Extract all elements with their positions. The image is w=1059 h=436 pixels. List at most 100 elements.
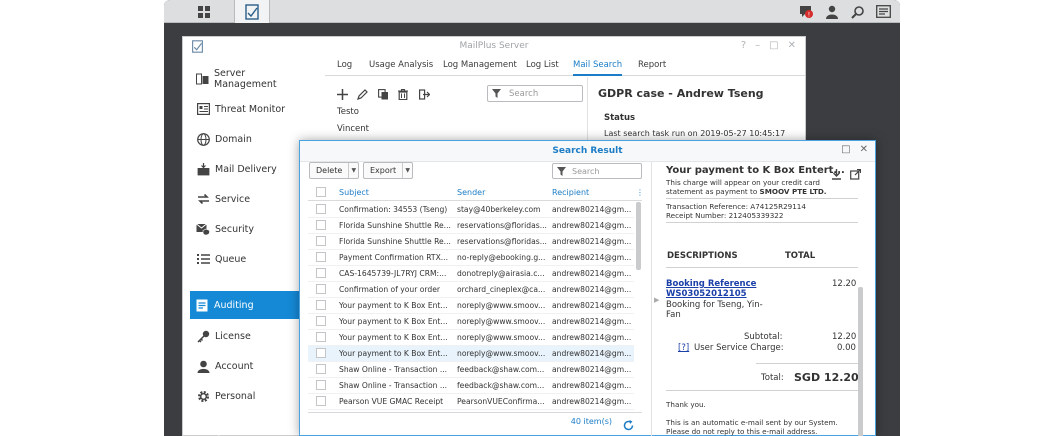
table-row[interactable]: Shaw Online - Transaction ... feedback@sh…	[308, 378, 634, 394]
row-checkbox[interactable]	[316, 284, 326, 294]
row-checkbox[interactable]	[316, 396, 326, 406]
row-checkbox[interactable]	[316, 332, 326, 342]
cell-sender: stay@40berkeley.com	[457, 205, 541, 214]
close-button[interactable]: ✕	[788, 40, 796, 51]
sidebar-item-personal[interactable]: Personal	[191, 382, 301, 410]
chevron-down-icon[interactable]: ▼	[402, 163, 412, 178]
mail-receipt-number: Receipt Number: 212405339322	[666, 211, 784, 220]
preview-scrollbar[interactable]	[858, 287, 863, 436]
sidebar-item-license[interactable]: License	[191, 322, 301, 350]
table-row[interactable]: CAS-1645739-JL7RYJ CRM:... donotreply@air…	[308, 266, 634, 282]
tab-log-management[interactable]: Log Management	[443, 60, 517, 70]
list-item[interactable]: Testo	[337, 107, 359, 117]
sidebar-item-mail-delivery[interactable]: Mail Delivery	[191, 155, 301, 183]
total-value: SGD 12.20	[794, 371, 859, 384]
export-button[interactable]: Export ▼	[363, 162, 414, 179]
minimize-button[interactable]: –	[755, 40, 760, 51]
sidebar-item-threat-monitor[interactable]: Threat Monitor	[191, 95, 301, 123]
result-search-placeholder: Search	[572, 166, 600, 176]
row-checkbox[interactable]	[316, 316, 326, 326]
user-menu-icon[interactable]	[823, 3, 840, 20]
add-icon[interactable]	[335, 87, 349, 101]
list-item[interactable]: Vincent	[337, 124, 369, 134]
sidebar-item-domain[interactable]: Domain	[191, 125, 301, 153]
row-checkbox[interactable]	[316, 348, 326, 358]
copy-icon[interactable]	[376, 87, 390, 101]
row-checkbox[interactable]	[316, 380, 326, 390]
sidebar-item-auditing[interactable]: Auditing	[190, 291, 300, 319]
mail-transaction-ref: Transaction Reference: A74125R29114	[666, 202, 806, 211]
cell-sender: feedback@shaw.com...	[457, 381, 545, 390]
result-search-input[interactable]: Search	[552, 163, 642, 179]
row-checkbox[interactable]	[316, 236, 326, 246]
table-row[interactable]: Florida Sunshine Shuttle Re... reservatio…	[308, 218, 634, 234]
help-button[interactable]: ?	[741, 40, 746, 51]
sidebar-item-account[interactable]: Account	[191, 352, 301, 380]
sidebar-item-queue[interactable]: Queue	[191, 245, 301, 273]
notification-icon[interactable]: !	[797, 3, 814, 20]
column-subject[interactable]: Subject	[339, 188, 369, 197]
cell-subject: Confirmation of your order	[339, 285, 441, 294]
edit-icon[interactable]	[355, 87, 369, 101]
run-icon[interactable]	[417, 87, 431, 101]
table-row[interactable]: Your payment to K Box Ent... noreply@www.…	[308, 298, 634, 314]
row-checkbox[interactable]	[316, 268, 326, 278]
column-sender[interactable]: Sender	[457, 188, 485, 197]
mail-preview: This charge will appear on your credit c…	[666, 178, 866, 436]
widgets-icon[interactable]	[875, 3, 892, 20]
item-total: 12.20	[832, 279, 857, 289]
sidebar-item-service[interactable]: Service	[191, 185, 301, 213]
chevron-down-icon[interactable]: ▼	[348, 163, 358, 178]
dialog-titlebar[interactable]: Search Result □ ✕	[300, 141, 875, 162]
tab-log[interactable]: Log	[337, 60, 352, 70]
cell-recipient: andrew80214@gm...	[552, 365, 632, 374]
tab-mail-search[interactable]: Mail Search	[573, 60, 623, 76]
table-row[interactable]: Florida Sunshine Shuttle Re... reservatio…	[308, 234, 634, 250]
row-checkbox[interactable]	[316, 220, 326, 230]
cell-recipient: andrew80214@gm...	[552, 253, 632, 262]
cell-subject: Florida Sunshine Shuttle Re...	[339, 237, 451, 246]
maximize-button[interactable]: □	[769, 40, 778, 51]
table-row[interactable]: Your payment to K Box Ent... noreply@www.…	[308, 314, 634, 330]
table-row[interactable]: Confirmation: 34553 (Tseng) stay@40berkel…	[308, 202, 634, 218]
delete-button[interactable]: Delete ▼	[309, 162, 360, 179]
task-search-input[interactable]: Search	[487, 85, 583, 102]
tab-log-list[interactable]: Log List	[526, 60, 559, 70]
search-result-dialog: Search Result □ ✕ Delete ▼ Export ▼ Sear…	[299, 140, 876, 436]
collapse-arrow-icon[interactable]: ▶	[654, 296, 659, 304]
table-scrollbar[interactable]	[636, 202, 641, 270]
row-checkbox[interactable]	[316, 204, 326, 214]
table-row[interactable]: Confirmation of your order orchard_cinepl…	[308, 282, 634, 298]
row-checkbox[interactable]	[316, 364, 326, 374]
service-charge-help-link[interactable]: [?]	[678, 343, 689, 353]
row-checkbox[interactable]	[316, 300, 326, 310]
sidebar-item-server-management[interactable]: Server Management	[191, 65, 301, 93]
row-checkbox[interactable]	[316, 252, 326, 262]
search-icon[interactable]	[849, 3, 866, 20]
column-recipient[interactable]: Recipient	[552, 188, 589, 197]
tab-usage-analysis[interactable]: Usage Analysis	[369, 60, 433, 70]
export-button-label: Export	[370, 166, 397, 175]
booking-reference-link[interactable]: Booking Reference WS03052012105	[666, 279, 756, 299]
preview-divider	[651, 162, 652, 436]
delete-button-label: Delete	[316, 166, 343, 175]
sidebar-item-label: Server Management	[214, 68, 277, 90]
table-row[interactable]: Shaw Online - Transaction ... feedback@sh…	[308, 362, 634, 378]
dialog-close-button[interactable]: ✕	[860, 144, 868, 155]
tab-report[interactable]: Report	[638, 60, 666, 70]
table-row-selected[interactable]: Your payment to K Box Ent... noreply@www.…	[308, 346, 634, 362]
taskbar-mailplus-app[interactable]	[234, 0, 270, 23]
table-row[interactable]: Payment Confirmation RTX... no-reply@eboo…	[308, 250, 634, 266]
dialog-maximize-button[interactable]: □	[841, 144, 850, 155]
main-menu-button[interactable]	[176, 0, 232, 23]
merchant-name: SMOOV PTE LTD.	[759, 187, 827, 196]
refresh-icon[interactable]	[623, 416, 634, 435]
table-row[interactable]: Pearson VUE GMAC Receipt PearsonVUEConfir…	[308, 394, 634, 410]
sidebar-item-security[interactable]: Security	[191, 215, 301, 243]
select-all-checkbox[interactable]	[316, 187, 326, 197]
delete-icon[interactable]	[396, 87, 410, 101]
window-titlebar[interactable]: MailPlus Server ? – □ ✕	[183, 37, 805, 56]
column-menu-icon[interactable]: ⋮	[636, 188, 644, 197]
search-task-title: GDPR case - Andrew Tseng	[598, 87, 764, 100]
table-row[interactable]: Your payment to K Box Ent... noreply@www.…	[308, 330, 634, 346]
